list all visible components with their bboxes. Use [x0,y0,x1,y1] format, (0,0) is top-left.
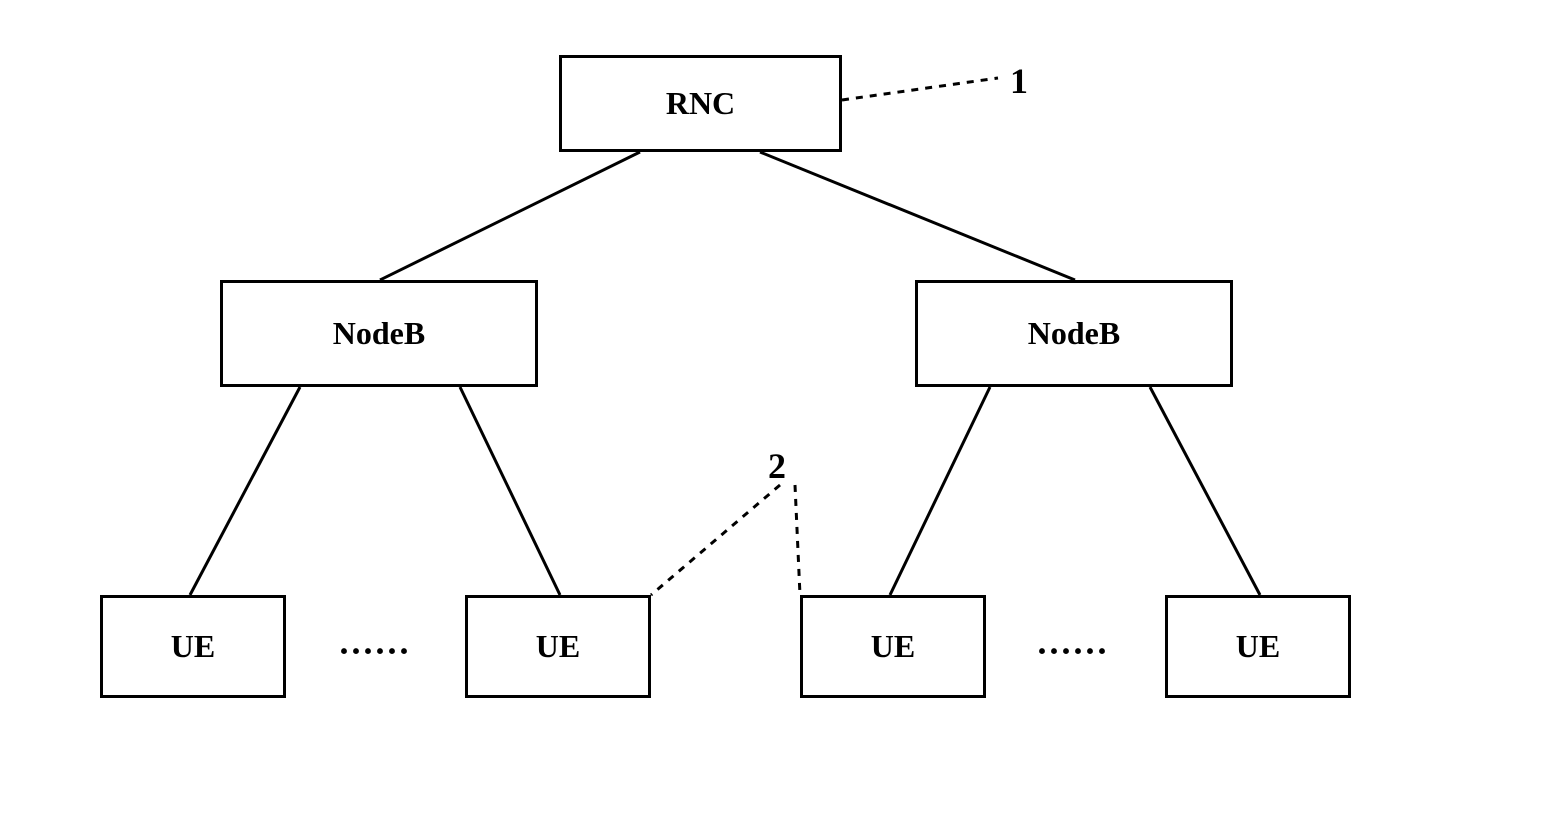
rnc-node: RNC [559,55,842,152]
nodeb-left-label: NodeB [333,315,425,352]
ue-node-4: UE [1165,595,1351,698]
annotation-1-text: 1 [1010,61,1028,101]
ue-1-label: UE [171,628,215,665]
nodeb-right: NodeB [915,280,1233,387]
ellipsis-right: ······ [1036,630,1108,672]
rnc-label: RNC [666,85,735,122]
ellipsis-left: ······ [338,630,410,672]
annotation-2: 2 [768,445,786,487]
ue-4-label: UE [1236,628,1280,665]
ue-node-2: UE [465,595,651,698]
annotation-2-text: 2 [768,446,786,486]
ellipsis-left-text: ······ [338,631,410,671]
ue-node-3: UE [800,595,986,698]
annotation-1: 1 [1010,60,1028,102]
nodeb-left: NodeB [220,280,538,387]
ellipsis-right-text: ······ [1036,631,1108,671]
ue-3-label: UE [871,628,915,665]
nodeb-right-label: NodeB [1028,315,1120,352]
ue-2-label: UE [536,628,580,665]
ue-node-1: UE [100,595,286,698]
